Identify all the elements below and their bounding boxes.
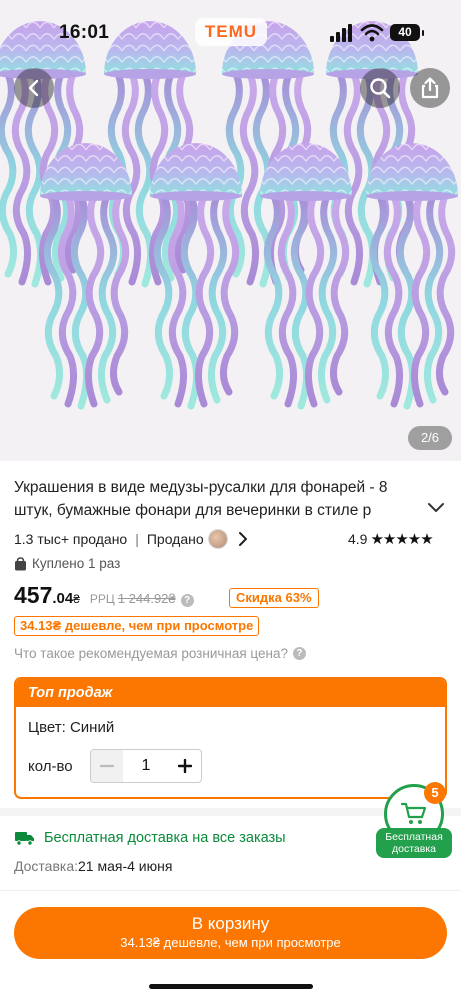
price-fraction: .04	[52, 590, 74, 607]
quantity-decrease-button[interactable]	[91, 750, 123, 782]
add-to-cart-button[interactable]: В корзину 34.13₴ дешевле, чем при просмо…	[14, 907, 447, 959]
status-icons: 40	[330, 22, 425, 44]
quantity-stepper: 1	[90, 749, 202, 783]
rating[interactable]: 4.9 ★★★★★	[348, 530, 434, 548]
quantity-value[interactable]: 1	[123, 750, 169, 782]
seller-avatar	[207, 529, 228, 549]
free-shipping-row[interactable]: Бесплатная доставка на все заказы	[14, 830, 286, 846]
rrp-question-text: Что такое рекомендуемая розничная цена?	[14, 646, 288, 661]
sold-count: 1.3 тыс+ продано	[14, 531, 128, 547]
expand-title-chevron-down-icon[interactable]	[426, 500, 446, 516]
truck-icon	[15, 832, 34, 846]
delivery-row: Доставка:21 мая-4 июня	[14, 858, 172, 874]
plus-icon	[178, 759, 192, 773]
temu-logo: TEMU	[195, 18, 267, 46]
add-to-cart-label: В корзину	[191, 914, 270, 933]
search-icon	[370, 78, 391, 99]
separator: |	[135, 531, 139, 547]
battery-icon: 40	[390, 24, 424, 41]
options-panel: Топ продаж Цвет: Синий кол-во 1	[14, 677, 447, 799]
info-icon[interactable]: ?	[180, 594, 194, 607]
discount-badge: Скидка 63%	[229, 588, 319, 608]
wifi-icon	[360, 24, 384, 42]
shopping-cart-icon	[401, 802, 427, 824]
gallery-page-indicator: 2/6	[408, 426, 452, 450]
cart-free-shipping-label: Бесплатная доставка	[376, 828, 452, 858]
status-bar: 16:01 TEMU 40	[0, 0, 461, 66]
divider	[0, 890, 461, 891]
share-icon	[421, 77, 439, 99]
jellyfish-lanterns-image	[0, 0, 461, 461]
home-indicator	[149, 984, 313, 989]
quantity-row: кол-во 1	[28, 749, 202, 783]
rrp-value: 1 244.92₴	[117, 591, 176, 606]
bought-text: Куплено 1 раз	[32, 556, 121, 571]
price-main: 457	[14, 582, 53, 608]
floating-cart-button[interactable]: 5 Бесплатная доставка	[376, 782, 452, 858]
cart-count-badge: 5	[424, 782, 446, 804]
cheaper-badge: 34.13₴ дешевле, чем при просмотре	[14, 616, 260, 636]
chevron-left-icon	[28, 79, 39, 97]
delivery-dates: 21 мая-4 июня	[78, 858, 173, 874]
product-image[interactable]: 16:01 TEMU 40 2/6	[0, 0, 461, 461]
product-title: Украшения в виде медузы-русалки для фона…	[14, 479, 388, 519]
quantity-increase-button[interactable]	[169, 750, 201, 782]
share-button[interactable]	[410, 68, 450, 108]
color-selector[interactable]: Цвет: Синий	[28, 719, 114, 736]
question-icon: ?	[292, 647, 306, 660]
rrp-question-link[interactable]: Что такое рекомендуемая розничная цена? …	[14, 646, 306, 661]
price-currency: ₴	[73, 592, 80, 606]
rating-stars: ★★★★★	[370, 531, 433, 548]
top-sales-header: Топ продаж	[16, 679, 445, 707]
search-button[interactable]	[360, 68, 400, 108]
price-row: 457 .04 ₴ РРЦ 1 244.92₴ ?	[14, 582, 194, 612]
cart-label-line2: доставка	[392, 843, 436, 855]
delivery-label: Доставка:	[14, 858, 79, 874]
minus-icon	[100, 764, 114, 768]
status-time: 16:01	[59, 22, 110, 43]
quantity-label: кол-во	[28, 757, 73, 775]
shopping-bag-icon	[15, 556, 26, 570]
seller-label: Продано	[146, 531, 204, 547]
bought-info: Куплено 1 раз	[14, 556, 120, 571]
add-to-cart-subtitle: 34.13₴ дешевле, чем при просмотре	[120, 935, 341, 950]
back-button[interactable]	[14, 68, 54, 108]
signal-icon	[330, 24, 352, 42]
free-shipping-text: Бесплатная доставка на все заказы	[44, 830, 286, 846]
cart-label-line1: Бесплатная	[385, 831, 443, 843]
rating-value: 4.9	[348, 531, 368, 547]
rrp-label: РРЦ	[89, 592, 115, 606]
chevron-right-icon	[238, 532, 247, 546]
sales-seller-row[interactable]: 1.3 тыс+ продано | Продано	[14, 529, 248, 549]
